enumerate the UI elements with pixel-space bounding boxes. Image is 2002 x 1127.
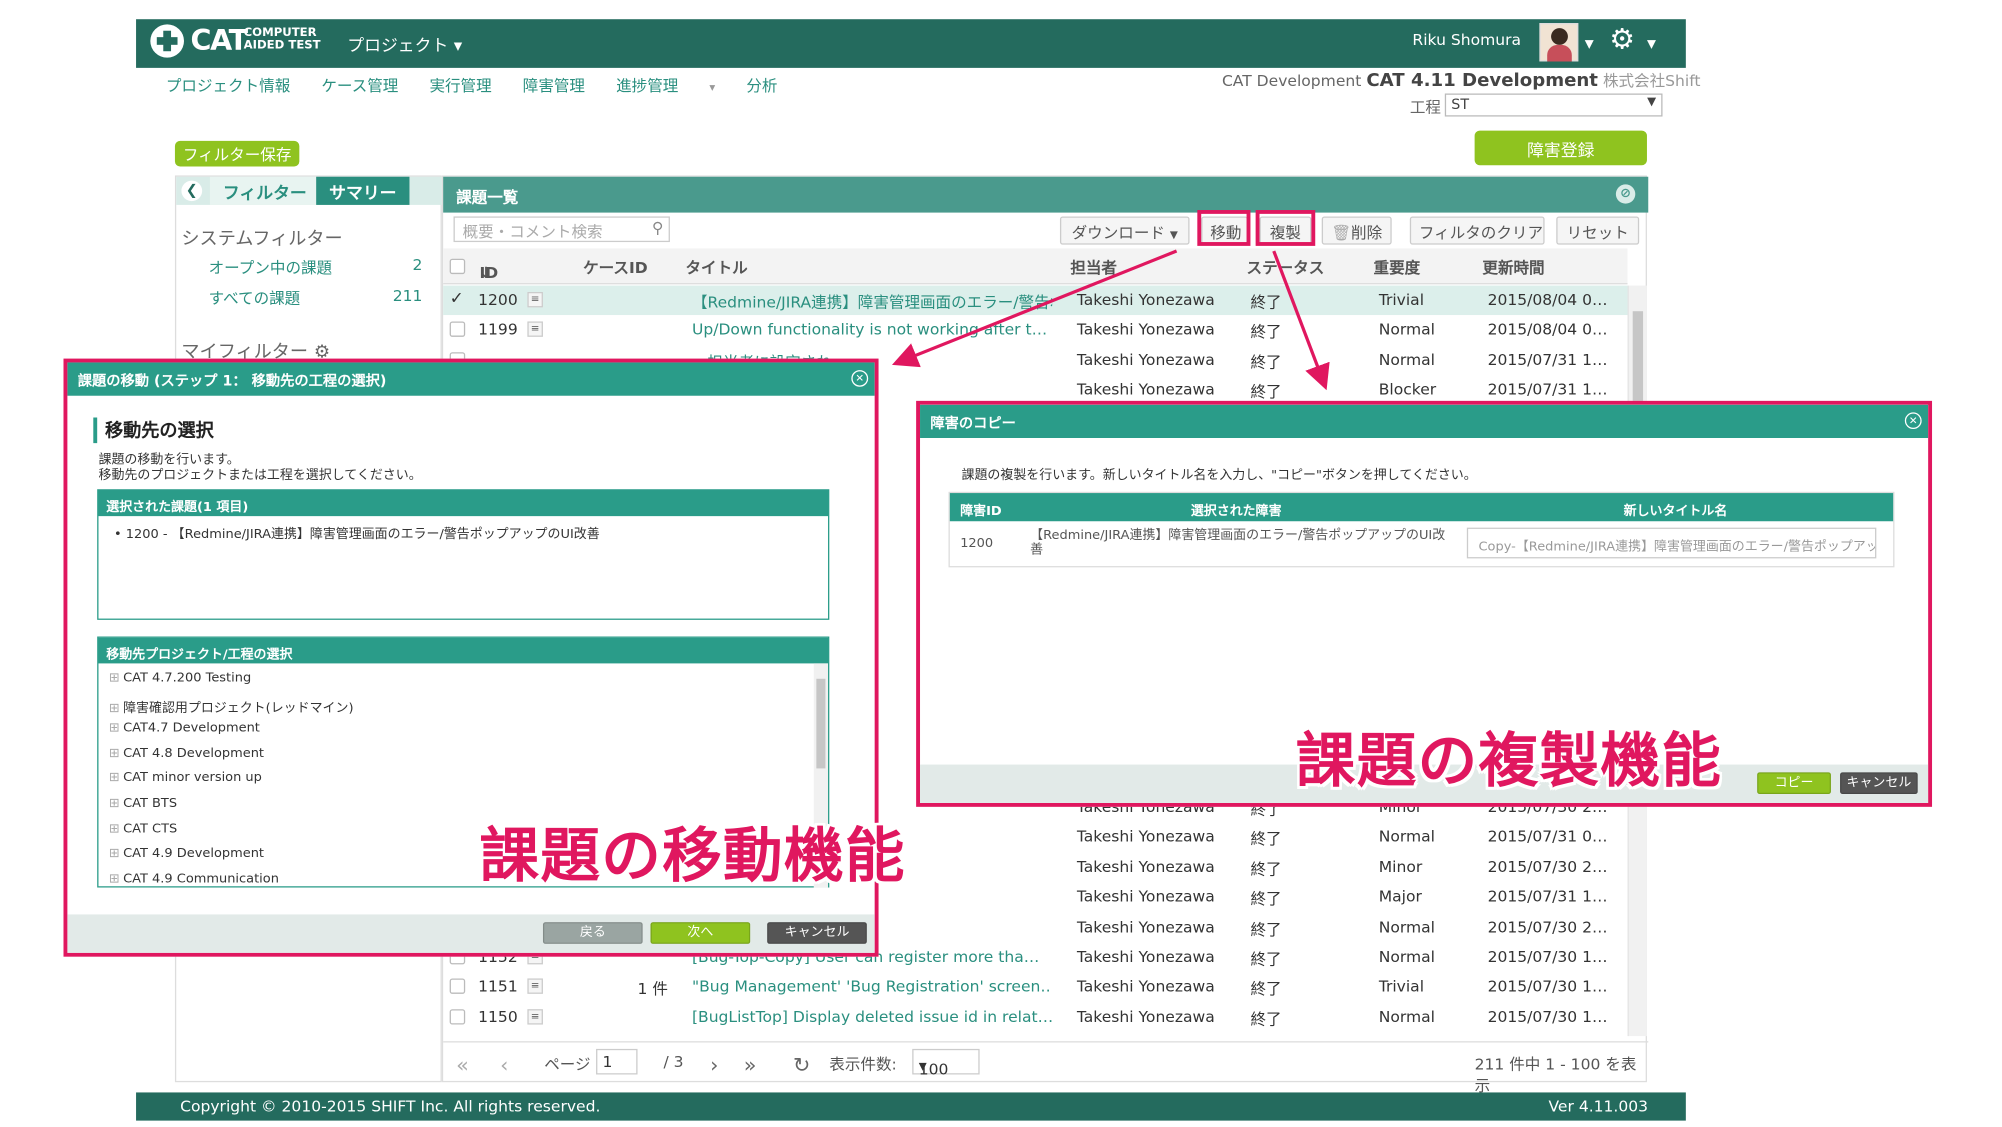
- project-name: CAT 4.9 Communication: [123, 871, 279, 886]
- cancel-button[interactable]: キャンセル: [767, 922, 867, 944]
- destination-header: 移動先プロジェクト/工程の選択: [98, 637, 829, 664]
- copy-dialog-title: 障害のコピー: [920, 404, 1929, 438]
- move-arrow: [891, 249, 1178, 368]
- project-tree-item[interactable]: ⊞ CAT minor version up: [109, 771, 262, 785]
- back-button[interactable]: 戻る: [542, 922, 643, 944]
- copy-table-header: 障害ID 選択された障害 新しいタイトル名: [949, 493, 1894, 522]
- project-tree-item[interactable]: ⊞ CAT CTS: [109, 822, 177, 836]
- tree-scroll-thumb[interactable]: [816, 678, 826, 769]
- copy-row-id: 1200: [960, 536, 994, 551]
- project-tree-item[interactable]: ⊞ CAT4.7 Development: [109, 721, 260, 735]
- expand-icon[interactable]: ⊞: [109, 701, 123, 715]
- project-tree-item[interactable]: ⊞ CAT 4.9 Communication: [109, 872, 279, 886]
- selected-issue-item: • 1200 - 【Redmine/JIRA連携】障害管理画面のエラー/警告ポッ…: [114, 527, 600, 542]
- project-tree-item[interactable]: ⊞ CAT 4.8 Development: [109, 746, 264, 760]
- project-tree-item[interactable]: ⊞ CAT 4.7.200 Testing: [109, 671, 251, 685]
- expand-icon[interactable]: ⊞: [109, 746, 123, 760]
- expand-icon[interactable]: ⊞: [109, 671, 123, 685]
- selected-issues-header: 選択された課題(1 項目): [98, 490, 829, 517]
- copy-table-row: 1200 【Redmine/JIRA連携】障害管理画面のエラー/警告ポップアップ…: [950, 521, 1893, 566]
- project-tree-item[interactable]: ⊞ CAT BTS: [109, 797, 177, 811]
- col-selected-bug: 選択された障害: [1190, 504, 1282, 519]
- copy-arrow: [1272, 250, 1330, 391]
- move-feature-caption: 課題の移動機能: [479, 820, 906, 891]
- screenshot: CAT COMPUTER AIDED TEST プロジェクト ▾ Riku Sh…: [0, 0, 2002, 1127]
- project-name: CAT 4.7.200 Testing: [123, 671, 252, 686]
- expand-icon[interactable]: ⊞: [109, 797, 123, 811]
- move-dialog-footer: 戻る 次へ キャンセル: [67, 914, 875, 953]
- project-name: 障害確認用プロジェクト(レッドマイン): [123, 701, 354, 716]
- col-bug-id: 障害ID: [960, 504, 1002, 519]
- cancel-button[interactable]: キャンセル: [1840, 772, 1918, 795]
- new-title-input[interactable]: Copy-【Redmine/JIRA連携】障害管理画面のエラー/警告ポップアップ…: [1466, 527, 1877, 559]
- move-heading: 移動先の選択: [93, 417, 214, 444]
- project-name: CAT 4.9 Development: [123, 846, 265, 861]
- cat-app: CAT COMPUTER AIDED TEST プロジェクト ▾ Riku Sh…: [0, 0, 2002, 1127]
- expand-icon[interactable]: ⊞: [109, 721, 123, 735]
- selected-issues-box: 選択された課題(1 項目) • 1200 - 【Redmine/JIRA連携】障…: [97, 489, 830, 620]
- copy-desc: 課題の複製を行います。新しいタイトル名を入力し、"コピー"ボタンを押してください…: [961, 468, 1477, 483]
- expand-icon[interactable]: ⊞: [109, 822, 123, 836]
- expand-icon[interactable]: ⊞: [109, 771, 123, 785]
- copy-feature-caption: 課題の複製機能: [1295, 726, 1723, 796]
- copy-table: 障害ID 選択された障害 新しいタイトル名 1200 【Redmine/JIRA…: [948, 491, 1895, 568]
- selected-issue-text: 1200 - 【Redmine/JIRA連携】障害管理画面のエラー/警告ポップア…: [125, 527, 600, 542]
- expand-icon[interactable]: ⊞: [109, 872, 123, 886]
- close-icon[interactable]: ✕: [1904, 412, 1922, 430]
- col-new-title: 新しいタイトル名: [1623, 504, 1728, 519]
- project-name: CAT 4.8 Development: [123, 746, 265, 761]
- move-dialog-title: 課題の移動 (ステップ 1： 移動先の工程の選択): [67, 362, 875, 396]
- project-name: CAT4.7 Development: [123, 721, 260, 736]
- project-name: CAT minor version up: [123, 771, 262, 786]
- project-tree-item[interactable]: ⊞ CAT 4.9 Development: [109, 847, 264, 861]
- next-button[interactable]: 次へ: [650, 922, 751, 944]
- move-desc-2: 移動先のプロジェクトまたは工程を選択してください。: [98, 468, 422, 483]
- copy-confirm-button[interactable]: コピー: [1757, 772, 1831, 795]
- expand-icon[interactable]: ⊞: [109, 847, 123, 861]
- close-icon[interactable]: ✕: [851, 370, 869, 387]
- project-name: CAT BTS: [123, 796, 178, 811]
- copy-row-title: 【Redmine/JIRA連携】障害管理画面のエラー/警告ポップアップのUI改善: [1030, 528, 1446, 558]
- project-tree-item[interactable]: ⊞ 障害確認用プロジェクト(レッドマイン): [109, 696, 354, 715]
- project-name: CAT CTS: [123, 821, 178, 836]
